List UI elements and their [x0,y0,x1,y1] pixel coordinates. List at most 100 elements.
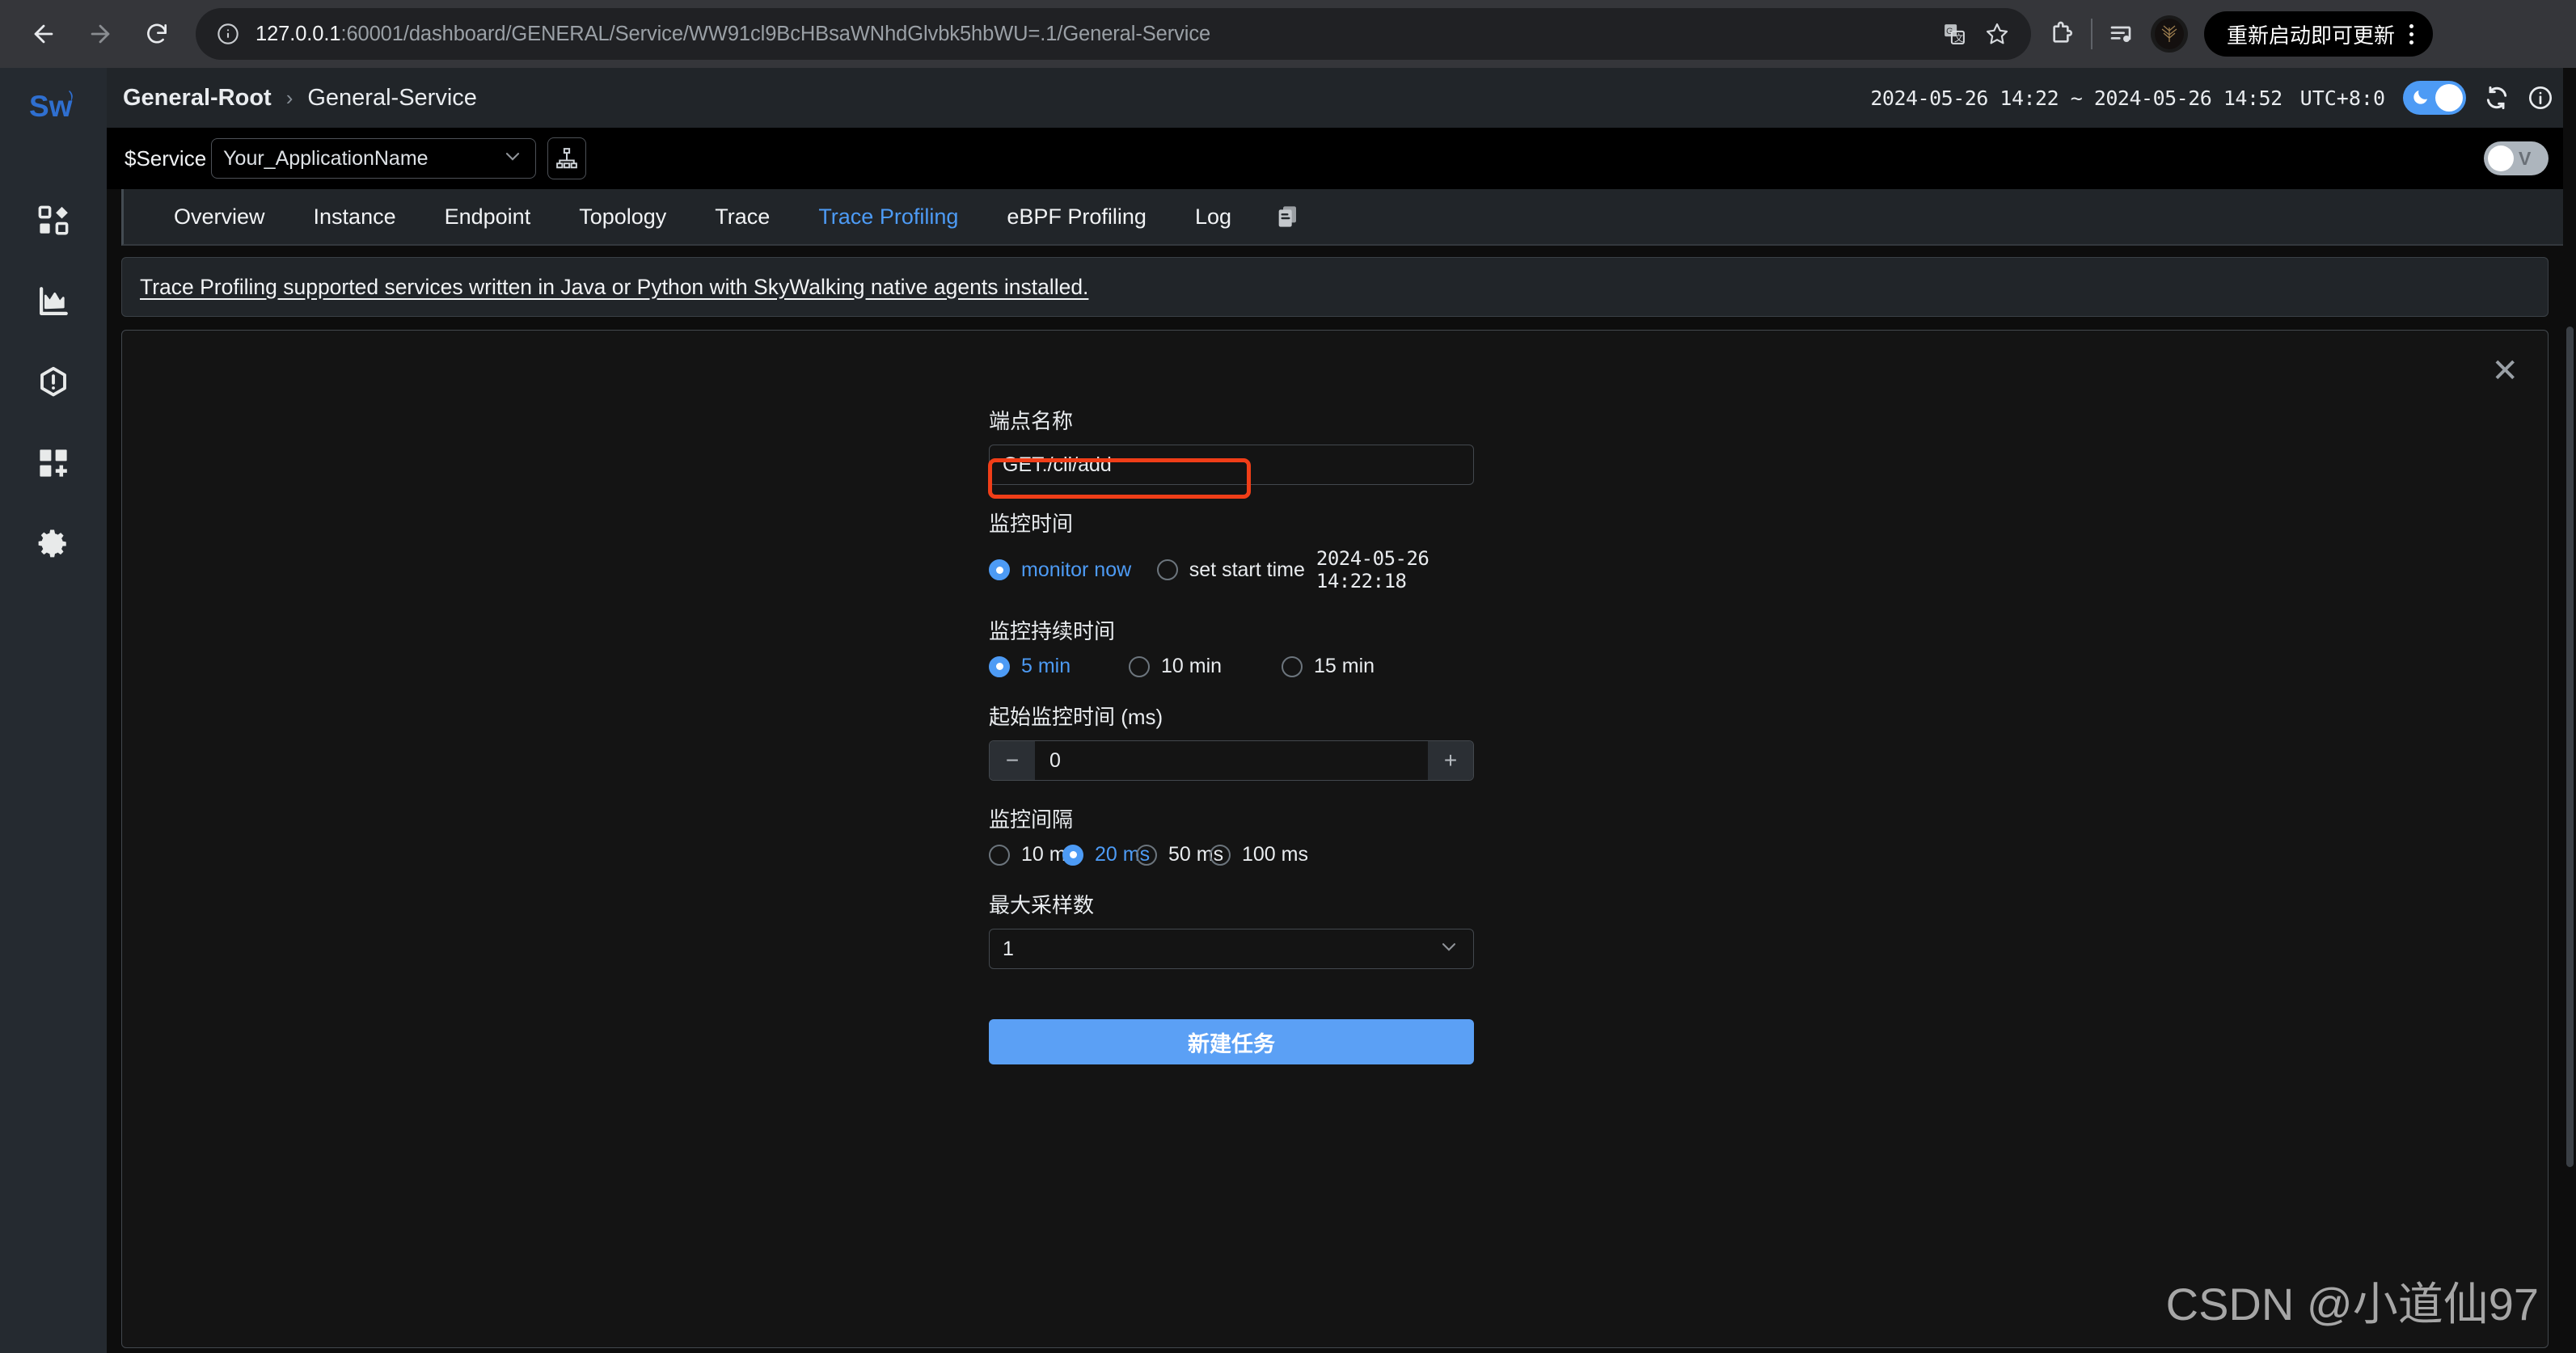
svg-text:文: 文 [1954,32,1963,44]
radio-monitor-now[interactable]: monitor now [989,558,1157,582]
endpoint-name-label: 端点名称 [989,409,1074,433]
radio-dot [989,655,1010,677]
plus-icon[interactable]: + [1428,741,1473,780]
profile-avatar-icon[interactable] [2151,15,2188,53]
reading-list-icon[interactable] [2109,21,2135,47]
info-banner: Trace Profiling supported services writt… [121,257,2549,317]
page-header: General-Root › General-Service 2024-05-2… [107,68,2576,128]
radio-duration-15min[interactable]: 15 min [1282,655,1375,678]
translate-icon[interactable]: G 文 [1942,22,1966,46]
radio-set-start-time[interactable]: set start time [1156,558,1305,582]
radio-duration-10min[interactable]: 10 min [1129,655,1282,678]
tab-instance[interactable]: Instance [289,188,420,245]
service-select-value: Your_ApplicationName [223,146,429,170]
panel-container: ✕ 端点名称 GET:/cli/add 监控时间 monitor now set… [107,317,2576,1348]
reload-icon[interactable] [131,8,183,60]
monitor-interval-group: 监控间隔 10 ms 20 ms 50 ms 100 ms [989,803,1490,866]
update-label: 重新启动即可更新 [2227,23,2396,48]
address-bar[interactable]: 127.0.0.1:60001/dashboard/GENERAL/Servic… [196,8,2031,60]
watermark: CSDN @小道仙97 [2165,1279,2539,1330]
gear-icon [36,527,70,561]
max-samples-label: 最大采样数 [989,893,1095,917]
dashboard-blocks-icon [36,204,70,238]
sidebar-item-metrics[interactable] [0,261,107,342]
tab-trace[interactable]: Trace [690,188,794,245]
site-info-icon[interactable] [212,18,244,50]
minus-icon[interactable]: − [990,741,1035,780]
kebab-menu-icon[interactable] [2409,23,2414,44]
main-content: General-Root › General-Service 2024-05-2… [107,68,2576,1353]
monitor-time-radios: monitor now set start time 2024-05-26 14… [989,547,1490,592]
min-duration-value[interactable]: 0 [1035,741,1428,780]
refresh-icon[interactable] [2484,85,2510,111]
toolbar-divider [2091,19,2092,49]
monitor-time-group: 监控时间 monitor now set start time 2024-05-… [989,508,1490,592]
forward-icon[interactable] [74,8,126,60]
monitor-duration-label: 监控持续时间 [989,619,1116,643]
radio-interval-10ms[interactable]: 10 ms [989,843,1076,866]
copy-pages-icon[interactable] [1256,204,1320,230]
sidebar-item-marketplace[interactable] [0,423,107,504]
radio-dot [989,844,1010,866]
chevron-down-icon [501,145,524,173]
radio-interval-100ms[interactable]: 100 ms [1210,843,1308,866]
timezone-label: UTC+8:0 [2299,86,2385,110]
min-duration-stepper[interactable]: − 0 + [989,740,1474,781]
info-circle-icon[interactable] [2527,85,2553,111]
radio-dot [1136,844,1157,866]
toggle-knob [2488,145,2514,171]
breadcrumb-current[interactable]: General-Service [307,85,477,112]
radio-dot [1282,655,1303,677]
min-duration-label: 起始监控时间 (ms) [989,705,1163,729]
url-text: 127.0.0.1:60001/dashboard/GENERAL/Servic… [255,23,1210,46]
breadcrumb: General-Root › General-Service [115,85,477,112]
radio-label: 15 min [1314,655,1375,677]
sidebar-item-settings[interactable] [0,504,107,584]
monitor-interval-radios: 10 ms 20 ms 50 ms 100 ms [989,843,1490,866]
back-icon[interactable] [18,8,70,60]
radio-label: set start time [1189,558,1305,581]
endpoint-name-input[interactable]: GET:/cli/add [989,445,1474,485]
toggle-knob [2435,84,2463,112]
radio-interval-20ms[interactable]: 20 ms [1062,843,1150,866]
sidebar-item-alerts[interactable] [0,342,107,423]
radio-dot [1210,844,1231,866]
tab-topology[interactable]: Topology [555,188,690,245]
sidebar-item-dashboard[interactable] [0,180,107,261]
page-scrollbar[interactable] [2563,68,2576,1353]
radio-label: monitor now [1021,558,1132,581]
endpoint-name-group: 端点名称 GET:/cli/add [989,405,1490,485]
topology-tree-icon[interactable] [547,137,587,179]
skywalking-logo[interactable]: Sw [29,86,78,133]
scrollbar-thumb[interactable] [2566,327,2574,1167]
extensions-icon[interactable] [2049,21,2075,47]
service-selector-bar: $Service Your_ApplicationName V [107,128,2576,189]
tab-log[interactable]: Log [1171,188,1256,245]
banner-link[interactable]: Trace Profiling supported services writt… [140,275,1088,300]
close-icon[interactable]: ✕ [2491,355,2519,387]
max-samples-select[interactable]: 1 [989,929,1474,969]
max-samples-value: 1 [1003,937,1014,960]
bookmark-star-icon[interactable] [1984,21,2010,47]
radio-dot [1062,844,1083,866]
view-mode-toggle[interactable]: V [2484,141,2549,175]
svg-text:Sw: Sw [29,90,73,123]
tab-trace-profiling[interactable]: Trace Profiling [794,188,982,245]
time-range-picker[interactable]: 2024-05-26 14:22 ~ 2024-05-26 14:52 [1870,86,2283,110]
create-task-button[interactable]: 新建任务 [989,1019,1474,1064]
breadcrumb-root[interactable]: General-Root [123,85,272,112]
service-select[interactable]: Your_ApplicationName [211,138,537,179]
dark-mode-toggle[interactable] [2403,81,2466,115]
chart-area-icon [36,285,70,318]
tab-endpoint[interactable]: Endpoint [420,188,555,245]
start-time-value[interactable]: 2024-05-26 14:22:18 [1316,547,1490,592]
radio-duration-5min[interactable]: 5 min [989,655,1129,678]
radio-interval-50ms[interactable]: 50 ms [1136,843,1223,866]
radio-label: 5 min [1021,655,1071,677]
add-widget-icon [36,446,70,480]
endpoint-name-value: GET:/cli/add [1003,453,1112,476]
tab-ebpf-profiling[interactable]: eBPF Profiling [982,188,1171,245]
browser-actions: 重新启动即可更新 [2049,11,2447,57]
update-button[interactable]: 重新启动即可更新 [2204,11,2434,57]
tab-overview[interactable]: Overview [150,188,289,245]
